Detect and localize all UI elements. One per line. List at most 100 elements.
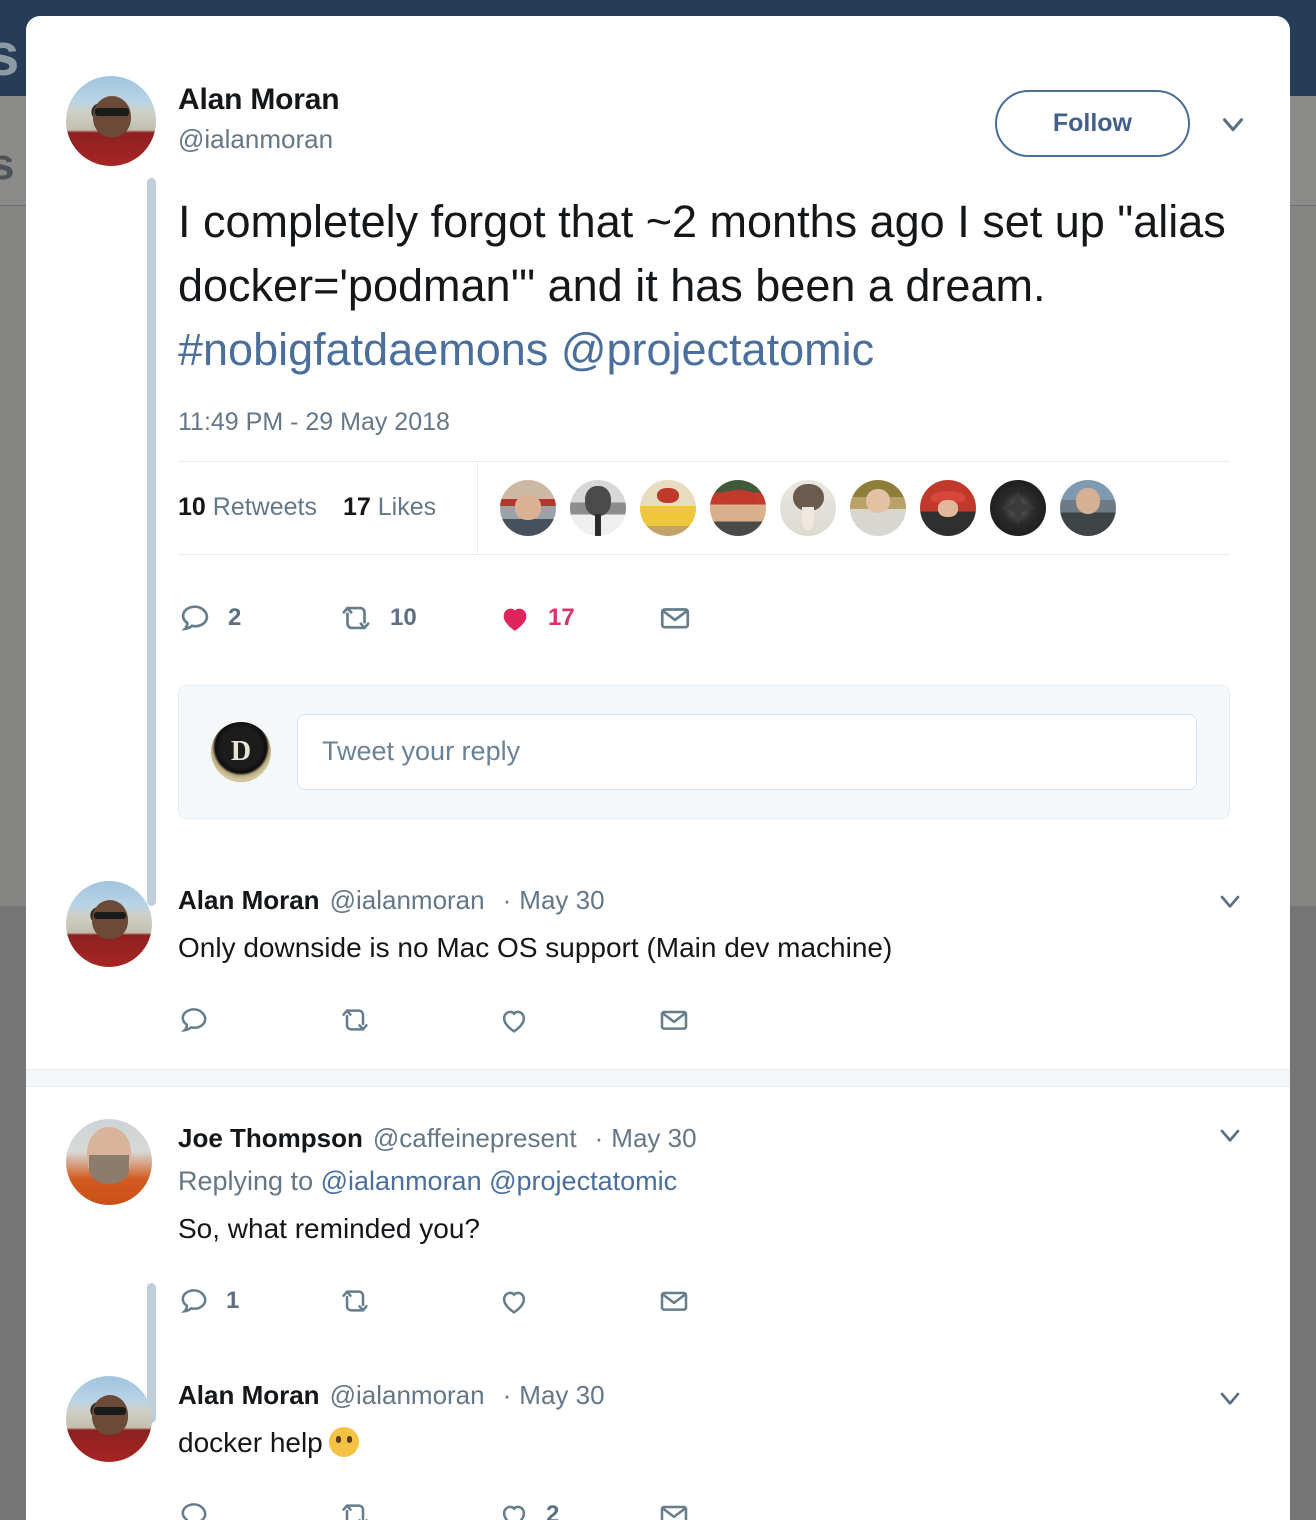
- replying-to-line: Replying to @ialanmoran @projectatomic: [178, 1166, 1250, 1197]
- heart-icon: [502, 1505, 526, 1520]
- direct-message-action[interactable]: [658, 1499, 818, 1520]
- current-user-avatar[interactable]: D: [211, 721, 271, 782]
- reply-icon: [181, 1289, 207, 1313]
- reply-date[interactable]: May 30: [519, 885, 604, 916]
- reply-author-avatar[interactable]: [66, 1118, 152, 1205]
- reply-action[interactable]: [178, 1004, 338, 1036]
- envelope-icon: [660, 1505, 688, 1520]
- retweet-action[interactable]: 10: [338, 601, 498, 635]
- main-tweet: Alan Moran @ialanmoran Follow I complete…: [26, 16, 1290, 906]
- envelope-icon: [660, 607, 690, 629]
- retweets-label: Retweets: [212, 493, 317, 522]
- author-name-block[interactable]: Alan Moran @ialanmoran: [178, 76, 340, 158]
- retweet-count: 10: [390, 603, 417, 631]
- liker-avatar[interactable]: [710, 479, 766, 536]
- direct-message-action[interactable]: [658, 601, 692, 635]
- retweet-icon: [342, 1290, 368, 1312]
- chevron-down-icon[interactable]: [1216, 107, 1250, 141]
- like-action[interactable]: 17: [498, 601, 658, 635]
- section-separator: [26, 1068, 1290, 1087]
- replying-to-mention[interactable]: @ialanmoran: [321, 1166, 482, 1196]
- liker-avatar[interactable]: [850, 479, 906, 536]
- current-user-avatar-letter: D: [230, 735, 252, 767]
- reply-author-name[interactable]: Joe Thompson: [178, 1123, 363, 1154]
- reply-composer: D: [178, 684, 1230, 819]
- reply-text: So, what reminded you?: [178, 1212, 480, 1244]
- tweet-body: I completely forgot that ~2 months ago I…: [178, 190, 1250, 819]
- like-action[interactable]: [498, 1285, 658, 1317]
- replying-to-label: Replying to: [178, 1165, 314, 1196]
- reply-author-handle[interactable]: @ialanmoran: [330, 885, 485, 916]
- reply-action[interactable]: 2: [178, 601, 338, 635]
- reply-action[interactable]: 1: [178, 1285, 338, 1317]
- reply-item: Alan Moran @ialanmoran · May 30 docker h…: [26, 1350, 1290, 1520]
- chevron-down-icon[interactable]: [1214, 1382, 1246, 1419]
- upside-down-face-emoji: [328, 1427, 359, 1458]
- reply-meta-separator: ·: [594, 1122, 604, 1153]
- reply-meta: Joe Thompson @caffeinepresent · May 30: [178, 1123, 1250, 1154]
- like-count: 17: [548, 603, 575, 631]
- reply-author-handle[interactable]: @ialanmoran: [330, 1380, 485, 1411]
- liker-avatar[interactable]: [990, 479, 1046, 536]
- follow-button[interactable]: Follow: [994, 90, 1190, 157]
- retweet-icon: [342, 606, 370, 629]
- chevron-down-icon[interactable]: [1214, 885, 1246, 922]
- liker-avatar[interactable]: [500, 479, 556, 536]
- likes-count: 17: [342, 493, 371, 522]
- reply-text: docker help: [178, 1427, 323, 1459]
- tweet-hashtag-link[interactable]: #nobigfatdaemons: [178, 324, 548, 375]
- envelope-icon: [660, 1010, 688, 1030]
- reply-author-handle[interactable]: @caffeinepresent: [373, 1123, 577, 1154]
- reply-meta: Alan Moran @ialanmoran · May 30: [178, 885, 1250, 916]
- retweets-count-link[interactable]: 10 Retweets: [178, 493, 317, 522]
- envelope-icon: [660, 1291, 688, 1311]
- liker-avatar[interactable]: [920, 479, 976, 536]
- reply-action-bar: 1: [178, 1274, 1250, 1328]
- direct-message-action[interactable]: [658, 1004, 818, 1036]
- reply-meta-separator: ·: [502, 884, 512, 915]
- tweet-mention-link[interactable]: @projectatomic: [561, 324, 874, 375]
- reply-icon: [181, 1007, 207, 1032]
- liker-avatar[interactable]: [570, 479, 626, 536]
- reply-author-name[interactable]: Alan Moran: [178, 885, 320, 916]
- reply-author-name[interactable]: Alan Moran: [178, 1380, 320, 1411]
- liker-avatar[interactable]: [640, 479, 696, 536]
- reply-input[interactable]: [297, 713, 1197, 790]
- liker-avatars: [478, 479, 1116, 536]
- reply-item: Joe Thompson @caffeinepresent · May 30 R…: [26, 1087, 1290, 1423]
- reply-action-bar: 2: [178, 1488, 1250, 1520]
- replying-to-mention[interactable]: @projectatomic: [489, 1166, 677, 1196]
- chevron-down-icon[interactable]: [1214, 1119, 1246, 1156]
- reply-date[interactable]: May 30: [519, 1380, 604, 1411]
- reply-author-avatar[interactable]: [66, 1376, 152, 1463]
- tweet-timestamp[interactable]: 11:49 PM - 29 May 2018: [178, 408, 1230, 437]
- reply-author-avatar[interactable]: [66, 880, 152, 967]
- like-action[interactable]: 2: [498, 1499, 658, 1520]
- heart-icon: [502, 1010, 526, 1033]
- retweet-action[interactable]: [338, 1499, 498, 1520]
- heart-icon: [502, 1291, 526, 1314]
- tweet-header: Alan Moran @ialanmoran Follow: [66, 76, 1250, 166]
- reply-item: Alan Moran @ialanmoran · May 30 Only dow…: [26, 853, 1290, 1069]
- engagement-counts-row: 10 Retweets 17 Likes: [178, 460, 1230, 555]
- direct-message-action[interactable]: [658, 1285, 818, 1317]
- likes-count-link[interactable]: 17 Likes: [343, 493, 436, 522]
- liker-avatar[interactable]: [780, 479, 836, 536]
- reply-meta-separator: ·: [502, 1380, 512, 1411]
- background-navbar-glyph: s: [0, 21, 19, 88]
- reply-date[interactable]: May 30: [611, 1123, 696, 1154]
- tweet-text-space: [548, 324, 561, 375]
- retweet-action[interactable]: [338, 1004, 498, 1036]
- tweet-text: I completely forgot that ~2 months ago I…: [178, 190, 1230, 382]
- retweet-icon: [342, 1009, 368, 1031]
- reply-meta: Alan Moran @ialanmoran · May 30: [178, 1380, 1250, 1411]
- tweet-detail-modal: Alan Moran @ialanmoran Follow I complete…: [26, 16, 1290, 1520]
- author-avatar[interactable]: [66, 76, 156, 166]
- liker-avatar[interactable]: [1060, 479, 1116, 536]
- like-action[interactable]: [498, 1004, 658, 1036]
- engagement-counts: 10 Retweets 17 Likes: [178, 461, 478, 554]
- thread-connector-line: [147, 178, 156, 906]
- retweet-action[interactable]: [338, 1285, 498, 1317]
- background-subheader-glyph: s: [0, 140, 15, 189]
- reply-action[interactable]: [178, 1499, 338, 1520]
